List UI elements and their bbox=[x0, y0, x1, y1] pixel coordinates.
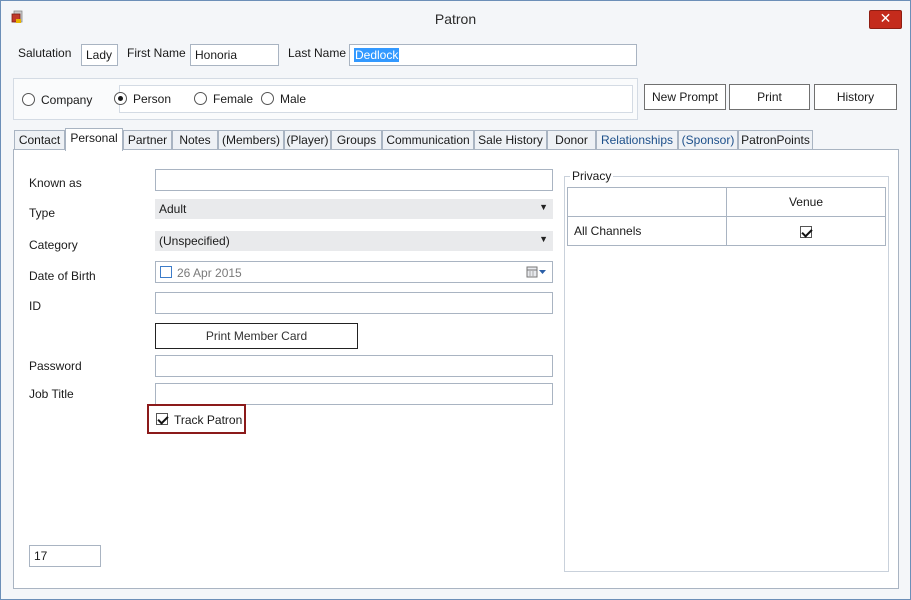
known-as-input[interactable] bbox=[155, 169, 553, 191]
radio-female[interactable] bbox=[194, 92, 207, 105]
patron-window: Patron ✕ Salutation Lady First Name Hono… bbox=[0, 0, 911, 600]
password-input[interactable] bbox=[155, 355, 553, 377]
tab-donor[interactable]: Donor bbox=[547, 130, 596, 150]
all-channels-venue-checkbox[interactable] bbox=[800, 225, 812, 238]
privacy-header-blank bbox=[567, 187, 727, 217]
salutation-label: Salutation bbox=[18, 46, 72, 60]
table-row: All Channels bbox=[567, 216, 886, 246]
type-select-value: Adult bbox=[159, 202, 187, 216]
new-prompt-button[interactable]: New Prompt bbox=[644, 84, 726, 110]
tab-notes[interactable]: Notes bbox=[172, 130, 218, 150]
privacy-legend: Privacy bbox=[570, 169, 614, 183]
last-name-label: Last Name bbox=[288, 46, 347, 60]
tab-sale-history[interactable]: Sale History bbox=[474, 130, 547, 150]
radio-person[interactable] bbox=[114, 92, 127, 105]
chevron-down-icon: ▼ bbox=[539, 202, 548, 212]
last-name-selected-text: Dedlock bbox=[354, 48, 400, 62]
dob-label: Date of Birth bbox=[29, 269, 96, 283]
tab-contact[interactable]: Contact bbox=[14, 130, 65, 150]
tab-members[interactable]: (Members) bbox=[218, 130, 284, 150]
radio-company[interactable] bbox=[22, 93, 35, 106]
type-label: Type bbox=[29, 206, 56, 220]
tab-sponsor[interactable]: (Sponsor) bbox=[678, 130, 738, 150]
privacy-row-label: All Channels bbox=[567, 216, 727, 246]
window-title: Patron bbox=[434, 11, 477, 27]
print-button[interactable]: Print bbox=[729, 84, 810, 110]
tab-player[interactable]: (Player) bbox=[284, 130, 331, 150]
counter-field[interactable]: 17 bbox=[29, 545, 101, 567]
known-as-label: Known as bbox=[29, 176, 82, 190]
id-input[interactable] bbox=[155, 292, 553, 314]
last-name-input[interactable]: Dedlock bbox=[349, 44, 637, 66]
tab-patronpoints[interactable]: PatronPoints bbox=[738, 130, 813, 150]
tab-groups[interactable]: Groups bbox=[331, 130, 382, 150]
category-select-value: (Unspecified) bbox=[159, 234, 230, 248]
first-name-label: First Name bbox=[127, 46, 186, 60]
dob-enable-checkbox[interactable] bbox=[160, 266, 172, 278]
category-select[interactable]: (Unspecified) ▼ bbox=[155, 231, 553, 251]
tab-communication[interactable]: Communication bbox=[382, 130, 474, 150]
privacy-venue-cell bbox=[726, 216, 886, 246]
salutation-input[interactable]: Lady bbox=[81, 44, 118, 66]
radio-male-label[interactable]: Male bbox=[280, 92, 306, 106]
dob-value: 26 Apr 2015 bbox=[177, 266, 242, 280]
id-label: ID bbox=[29, 299, 41, 313]
dob-picker[interactable]: 26 Apr 2015 bbox=[155, 261, 553, 283]
password-label: Password bbox=[29, 359, 82, 373]
tab-personal[interactable]: Personal bbox=[65, 128, 123, 151]
history-button[interactable]: History bbox=[814, 84, 897, 110]
job-title-input[interactable] bbox=[155, 383, 553, 405]
close-icon[interactable]: ✕ bbox=[869, 10, 902, 29]
radio-person-label[interactable]: Person bbox=[133, 92, 171, 106]
tab-partner[interactable]: Partner bbox=[123, 130, 172, 150]
radio-company-label[interactable]: Company bbox=[41, 93, 92, 107]
title-bar: Patron ✕ bbox=[1, 1, 910, 37]
tab-relationships[interactable]: Relationships bbox=[596, 130, 678, 150]
privacy-header-venue: Venue bbox=[726, 187, 886, 217]
category-label: Category bbox=[29, 238, 78, 252]
chevron-down-icon: ▼ bbox=[539, 234, 548, 244]
first-name-input[interactable]: Honoria bbox=[190, 44, 279, 66]
print-member-card-button[interactable]: Print Member Card bbox=[155, 323, 358, 349]
radio-male[interactable] bbox=[261, 92, 274, 105]
type-select[interactable]: Adult ▼ bbox=[155, 199, 553, 219]
track-patron-checkbox[interactable] bbox=[156, 413, 168, 425]
privacy-header-row: Venue bbox=[567, 187, 886, 217]
radio-female-label[interactable]: Female bbox=[213, 92, 253, 106]
calendar-icon[interactable] bbox=[526, 266, 548, 278]
track-patron-label[interactable]: Track Patron bbox=[174, 413, 242, 427]
privacy-table: Venue All Channels bbox=[567, 187, 886, 246]
job-title-label: Job Title bbox=[29, 387, 74, 401]
